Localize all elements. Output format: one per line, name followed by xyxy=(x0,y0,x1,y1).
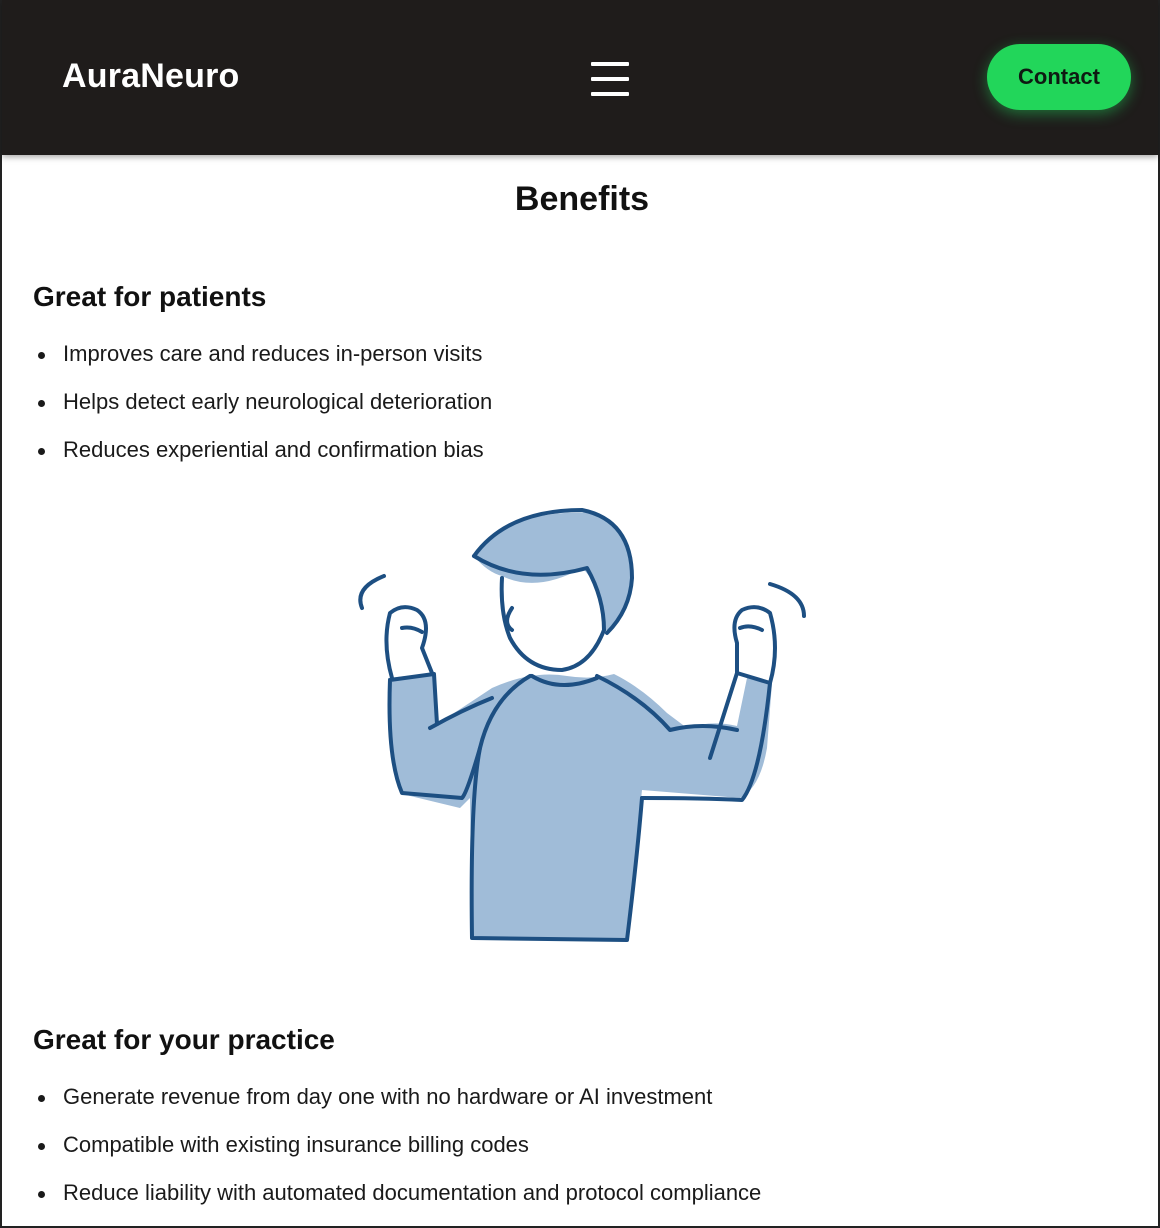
list-item: Reduce liability with automated document… xyxy=(38,1181,761,1228)
top-navbar: AuraNeuro Contact xyxy=(2,0,1158,155)
list-item: Improves care and reduces in-person visi… xyxy=(38,342,492,390)
patients-benefit-list: Improves care and reduces in-person visi… xyxy=(38,342,492,486)
patients-heading: Great for patients xyxy=(33,281,267,312)
list-item: Generate revenue from day one with no ha… xyxy=(38,1085,761,1133)
flexing-person-illustration xyxy=(358,508,806,942)
list-item: Reduces experiential and confirmation bi… xyxy=(38,438,492,486)
page-frame: AuraNeuro Contact Benefits Great for pat… xyxy=(0,0,1160,1228)
practice-heading: Great for your practice xyxy=(33,1024,335,1055)
contact-button[interactable]: Contact xyxy=(987,44,1131,110)
practice-benefit-list: Generate revenue from day one with no ha… xyxy=(38,1085,761,1228)
hamburger-menu-icon[interactable] xyxy=(591,62,629,98)
brand-logo[interactable]: AuraNeuro xyxy=(62,57,240,96)
list-item: Helps detect early neurological deterior… xyxy=(38,390,492,438)
list-item: Compatible with existing insurance billi… xyxy=(38,1133,761,1181)
page-title: Benefits xyxy=(514,180,650,218)
